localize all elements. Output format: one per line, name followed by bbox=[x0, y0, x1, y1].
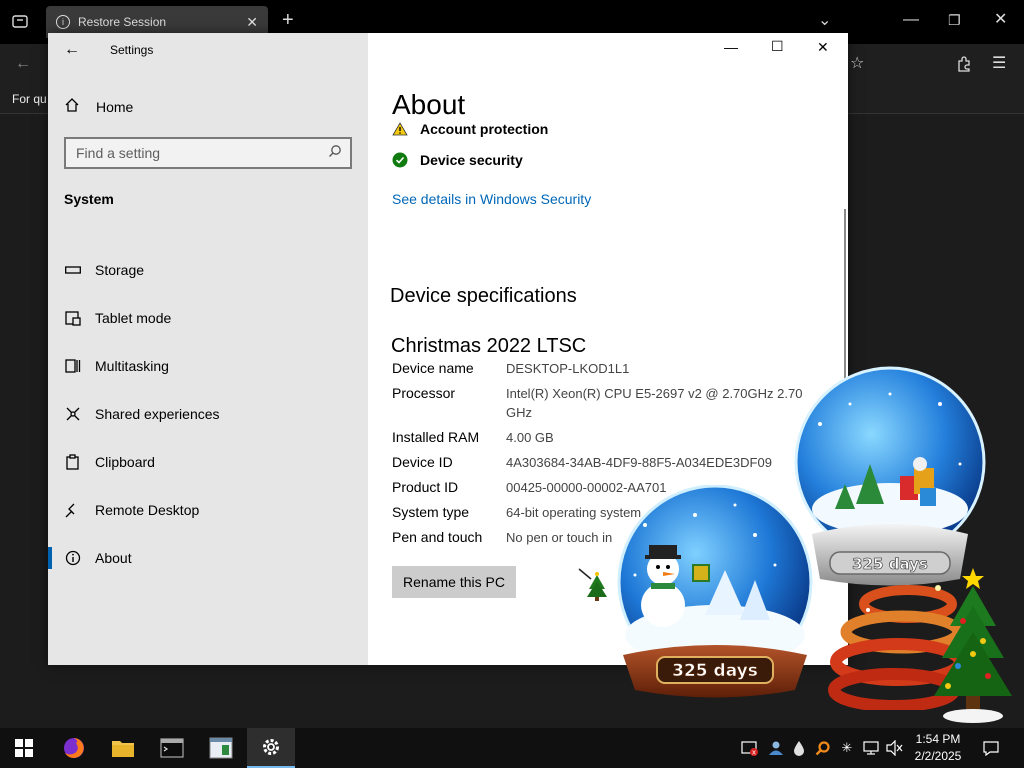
snowglobe-widget-secondary[interactable]: 325 days bbox=[790, 364, 990, 588]
rename-pc-button[interactable]: Rename this PC bbox=[392, 566, 516, 598]
spec-value: 4.00 GB bbox=[506, 430, 554, 445]
shared-experiences-icon bbox=[64, 405, 82, 423]
home-nav-item[interactable]: Home bbox=[64, 97, 133, 117]
spec-label: Device name bbox=[392, 360, 474, 376]
spec-value: Intel(R) Xeon(R) CPU E5-2697 v2 @ 2.70GH… bbox=[506, 386, 803, 420]
sidebar-item-multitasking[interactable]: Multitasking bbox=[48, 346, 368, 386]
globe-days-label: 325 days bbox=[852, 555, 928, 573]
check-circle-icon bbox=[392, 152, 408, 168]
settings-gear-icon[interactable] bbox=[247, 728, 295, 768]
sidebar-item-label: About bbox=[95, 550, 132, 566]
security-row-account-protection: Account protection bbox=[392, 121, 548, 137]
restore-icon[interactable]: ❐ bbox=[948, 12, 961, 28]
sidebar-item-tablet-mode[interactable]: Tablet mode bbox=[48, 298, 368, 338]
menu-icon[interactable]: ☰ bbox=[992, 56, 1006, 72]
bookmarks-text[interactable]: For qu bbox=[12, 92, 47, 106]
settings-sidebar: ← Settings Home Find a setting System St… bbox=[48, 33, 368, 665]
sidebar-item-label: Remote Desktop bbox=[95, 502, 200, 518]
minimize-icon[interactable]: — bbox=[724, 39, 738, 55]
sidebar-item-label: Multitasking bbox=[95, 358, 169, 374]
search-tray-icon[interactable] bbox=[813, 738, 833, 758]
spec-label: Pen and touch bbox=[392, 529, 483, 545]
star-icon[interactable]: ☆ bbox=[850, 56, 864, 72]
globe-days-label: 325 days bbox=[672, 661, 758, 681]
app-window-icon[interactable] bbox=[197, 728, 245, 768]
device-specs-heading: Device specifications bbox=[390, 285, 577, 307]
section-label: System bbox=[64, 191, 114, 207]
minimize-icon[interactable]: — bbox=[903, 12, 919, 28]
storage-icon bbox=[64, 261, 82, 279]
taskbar: x ✳ 1:54 PM 2/2/2025 bbox=[0, 728, 1024, 768]
home-icon bbox=[64, 97, 82, 117]
maximize-icon[interactable]: ☐ bbox=[771, 38, 784, 55]
spec-label: Product ID bbox=[392, 479, 459, 495]
back-arrow-icon[interactable]: ← bbox=[15, 56, 31, 72]
remote-desktop-icon bbox=[64, 501, 82, 519]
clock-time: 1:54 PM bbox=[915, 732, 961, 746]
tablet-icon bbox=[64, 309, 82, 327]
clock-date: 2/2/2025 bbox=[914, 749, 962, 763]
file-explorer-icon[interactable] bbox=[99, 728, 147, 768]
device-edition-heading: Christmas 2022 LTSC bbox=[391, 335, 587, 357]
volume-muted-icon[interactable] bbox=[884, 738, 904, 758]
chevron-down-icon[interactable]: ⌄ bbox=[818, 13, 831, 29]
droplet-icon[interactable] bbox=[789, 738, 809, 758]
taskbar-clock[interactable]: 1:54 PM 2/2/2025 bbox=[906, 731, 970, 765]
close-tab-icon[interactable]: ✕ bbox=[246, 14, 258, 31]
spec-label: Processor bbox=[392, 385, 456, 401]
back-arrow-icon[interactable]: ← bbox=[64, 41, 80, 59]
sidebar-item-shared-experiences[interactable]: Shared experiences bbox=[48, 394, 368, 434]
security-row-label: Device security bbox=[420, 152, 523, 168]
info-icon bbox=[64, 549, 82, 567]
close-icon[interactable]: ✕ bbox=[817, 39, 829, 56]
sidebar-item-label: Clipboard bbox=[95, 454, 155, 470]
warning-icon bbox=[392, 121, 408, 137]
sidebar-item-remote-desktop[interactable]: Remote Desktop bbox=[48, 490, 368, 530]
people-icon[interactable] bbox=[766, 738, 786, 758]
info-icon: i bbox=[56, 15, 70, 29]
page-title: About bbox=[392, 89, 466, 120]
security-alert-icon[interactable]: x bbox=[740, 738, 760, 758]
spec-value: 4A303684-34AB-4DF9-88F5-A034EDE3DF09 bbox=[506, 455, 772, 470]
sidebar-item-storage[interactable]: Storage bbox=[48, 250, 368, 290]
browser-tab-title: Restore Session bbox=[78, 15, 167, 29]
network-icon[interactable] bbox=[861, 738, 881, 758]
multitasking-icon bbox=[64, 357, 82, 375]
snowflake-icon[interactable]: ✳ bbox=[837, 738, 857, 758]
sidebar-item-label: Storage bbox=[95, 262, 145, 278]
spec-label: System type bbox=[392, 504, 470, 520]
windows-logo-icon bbox=[15, 739, 33, 757]
new-tab-icon[interactable]: + bbox=[282, 10, 294, 30]
firefox-icon[interactable] bbox=[50, 728, 98, 768]
close-window-icon[interactable]: ✕ bbox=[994, 12, 1007, 28]
sidebar-item-label: Tablet mode bbox=[95, 310, 172, 326]
svg-text:x: x bbox=[752, 749, 756, 757]
spec-label: Installed RAM bbox=[392, 429, 480, 445]
security-row-device-security: Device security bbox=[392, 152, 523, 168]
search-placeholder: Find a setting bbox=[76, 145, 161, 161]
extensions-icon[interactable] bbox=[956, 56, 972, 76]
sidebar-item-clipboard[interactable]: Clipboard bbox=[48, 442, 368, 482]
spec-value: DESKTOP-LKOD1L1 bbox=[506, 361, 630, 376]
spec-label: Device ID bbox=[392, 454, 453, 470]
terminal-icon[interactable] bbox=[148, 728, 196, 768]
window-title: Settings bbox=[110, 43, 154, 57]
christmas-tree-decoration bbox=[928, 566, 1018, 726]
search-input[interactable]: Find a setting bbox=[64, 137, 352, 169]
start-button[interactable] bbox=[0, 728, 48, 768]
search-icon bbox=[328, 144, 342, 161]
sidebar-item-about[interactable]: About bbox=[48, 538, 368, 578]
action-center-icon[interactable] bbox=[981, 738, 1001, 758]
security-row-label: Account protection bbox=[420, 121, 549, 137]
clipboard-icon bbox=[64, 453, 82, 471]
tab-list-icon[interactable] bbox=[12, 14, 28, 32]
see-details-link[interactable]: See details in Windows Security bbox=[392, 191, 591, 207]
sidebar-item-label: Shared experiences bbox=[95, 406, 220, 422]
home-label: Home bbox=[96, 99, 134, 115]
